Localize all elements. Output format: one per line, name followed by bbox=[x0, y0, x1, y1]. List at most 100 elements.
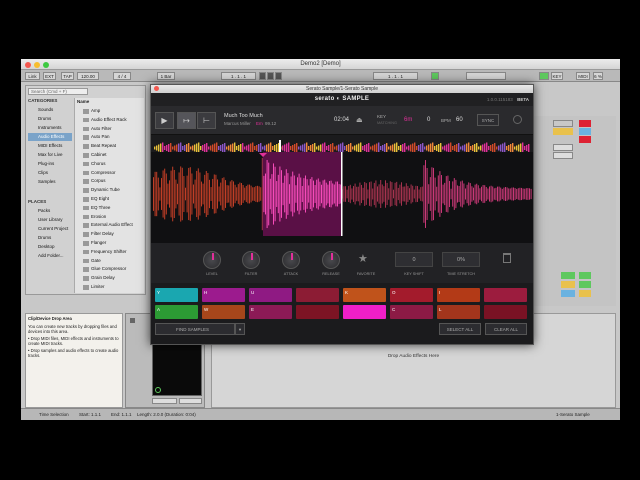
track-activator[interactable] bbox=[579, 272, 591, 279]
solo-button[interactable] bbox=[579, 290, 591, 297]
punch-icon[interactable] bbox=[431, 72, 439, 80]
category-item[interactable]: Samples bbox=[28, 178, 72, 186]
time-stretch-field[interactable]: 0% bbox=[442, 252, 480, 267]
place-item[interactable]: Desktop bbox=[28, 243, 72, 251]
place-item[interactable]: Add Folder... bbox=[28, 252, 72, 260]
cue-pad[interactable]: Y bbox=[155, 288, 198, 302]
cue-pad[interactable]: L bbox=[437, 305, 480, 319]
cue-pad[interactable]: O bbox=[390, 288, 433, 302]
browser-item[interactable]: Chorus bbox=[77, 160, 143, 169]
key-map-icon[interactable] bbox=[539, 72, 549, 80]
preset-select[interactable] bbox=[179, 398, 202, 404]
trash-icon[interactable] bbox=[503, 253, 511, 263]
cue-pad[interactable] bbox=[343, 305, 386, 319]
tempo-field[interactable]: 120.00 bbox=[77, 72, 99, 80]
attack-knob[interactable] bbox=[282, 251, 300, 269]
browser-item[interactable]: Amp bbox=[77, 107, 143, 116]
midi-button[interactable]: MIDI bbox=[576, 72, 590, 80]
name-column-header[interactable]: Name bbox=[77, 99, 89, 104]
minimize-icon[interactable] bbox=[34, 62, 40, 68]
category-item[interactable]: Plug-ins bbox=[28, 160, 72, 168]
category-item[interactable]: Clips bbox=[28, 169, 72, 177]
track-activator[interactable] bbox=[579, 281, 591, 288]
zoom-icon[interactable] bbox=[43, 62, 49, 68]
record-arm-icon[interactable] bbox=[579, 120, 591, 127]
solo-button[interactable] bbox=[561, 281, 575, 288]
cue-pad[interactable]: I bbox=[437, 288, 480, 302]
key-offset[interactable]: 0 bbox=[427, 117, 430, 123]
browser-item[interactable]: Compressor bbox=[77, 169, 143, 178]
cue-pad[interactable] bbox=[484, 305, 527, 319]
find-samples-button[interactable]: FIND SAMPLES bbox=[155, 323, 235, 335]
quantize-menu[interactable]: 1 Bar bbox=[157, 72, 175, 80]
loop-length[interactable] bbox=[466, 72, 506, 80]
track-activator[interactable] bbox=[561, 272, 575, 279]
play-button[interactable]: ▶ bbox=[155, 112, 174, 129]
browser-item[interactable]: Beat Repeat bbox=[77, 142, 143, 151]
bpm-value[interactable]: 60 bbox=[456, 117, 463, 123]
slice-mode-button[interactable]: ⊢ bbox=[197, 112, 216, 129]
key-value[interactable]: 6m bbox=[404, 117, 412, 123]
category-item[interactable]: Instruments bbox=[28, 124, 72, 132]
cue-pad[interactable]: K bbox=[343, 288, 386, 302]
cue-pad[interactable]: H bbox=[202, 288, 245, 302]
cue-pad[interactable]: U bbox=[249, 288, 292, 302]
browser-item[interactable]: Glue Compressor bbox=[77, 265, 143, 274]
browser-item[interactable]: Erosion bbox=[77, 213, 143, 222]
eject-icon[interactable]: ⏏ bbox=[356, 116, 363, 124]
link-button[interactable]: Link bbox=[25, 72, 40, 80]
arrangement-position[interactable]: 1 . 1 . 1 bbox=[221, 72, 256, 80]
browser-item[interactable]: Filter Delay bbox=[77, 230, 143, 239]
close-icon[interactable] bbox=[25, 62, 31, 68]
ext-button[interactable]: EXT bbox=[43, 72, 56, 80]
browser-item[interactable]: Gate bbox=[77, 257, 143, 266]
browser-item[interactable]: Auto Pan bbox=[77, 133, 143, 142]
category-item[interactable]: Drums bbox=[28, 115, 72, 123]
key-shift-field[interactable]: 0 bbox=[395, 252, 433, 267]
settings-icon[interactable] bbox=[513, 115, 522, 124]
cue-pad[interactable] bbox=[484, 288, 527, 302]
browser-item[interactable]: Flanger bbox=[77, 239, 143, 248]
browser-item[interactable]: Grain Delay bbox=[77, 274, 143, 283]
browser-item[interactable]: EQ Eight bbox=[77, 195, 143, 204]
cue-pad[interactable]: C bbox=[390, 305, 433, 319]
browser-item[interactable]: Dynamic Tube bbox=[77, 186, 143, 195]
browser-item[interactable]: External Audio Effect bbox=[77, 221, 143, 230]
monitor-button[interactable] bbox=[561, 290, 575, 297]
trim-mode-button[interactable]: ↦ bbox=[177, 112, 196, 129]
browser-item[interactable]: Limiter bbox=[77, 283, 143, 292]
browser-item[interactable]: Corpus bbox=[77, 177, 143, 186]
level-knob[interactable] bbox=[203, 251, 221, 269]
release-knob[interactable] bbox=[322, 251, 340, 269]
sync-button[interactable]: SYNC bbox=[477, 114, 499, 126]
filter-knob[interactable] bbox=[242, 251, 260, 269]
cue-pad[interactable]: W bbox=[202, 305, 245, 319]
solo-button[interactable] bbox=[553, 128, 573, 135]
cue-pad[interactable] bbox=[296, 305, 339, 319]
place-item[interactable]: Drums bbox=[28, 234, 72, 242]
category-item[interactable]: Max for Live bbox=[28, 151, 72, 159]
tap-button[interactable]: TAP bbox=[61, 72, 74, 80]
fold-icon[interactable] bbox=[130, 318, 135, 323]
key-button[interactable]: KEY bbox=[551, 72, 563, 80]
play-icon[interactable] bbox=[259, 72, 266, 80]
place-item[interactable]: User Library bbox=[28, 216, 72, 224]
loop-start[interactable]: 1 . 1 . 1 bbox=[373, 72, 418, 80]
chevron-down-icon[interactable]: ▾ bbox=[235, 323, 245, 335]
waveform-main[interactable] bbox=[151, 152, 533, 243]
record-icon[interactable] bbox=[275, 72, 282, 80]
place-item[interactable]: Packs bbox=[28, 207, 72, 215]
time-signature[interactable]: 4 / 4 bbox=[113, 72, 131, 80]
monitor-button[interactable] bbox=[579, 128, 591, 135]
favorite-star-icon[interactable]: ★ bbox=[358, 252, 368, 265]
clear-all-button[interactable]: CLEAR ALL bbox=[485, 323, 527, 335]
preset-select[interactable] bbox=[152, 398, 177, 404]
browser-item[interactable]: EQ Three bbox=[77, 204, 143, 213]
category-item[interactable]: Sounds bbox=[28, 106, 72, 114]
select-all-button[interactable]: SELECT ALL bbox=[439, 323, 481, 335]
browser-item[interactable]: Frequency Shifter bbox=[77, 248, 143, 257]
category-item[interactable]: MIDI Effects bbox=[28, 142, 72, 150]
browser-item[interactable]: Auto Filter bbox=[77, 125, 143, 134]
search-input[interactable]: Search (Cmd + F) bbox=[28, 88, 88, 95]
waveform-overview[interactable] bbox=[154, 138, 530, 152]
